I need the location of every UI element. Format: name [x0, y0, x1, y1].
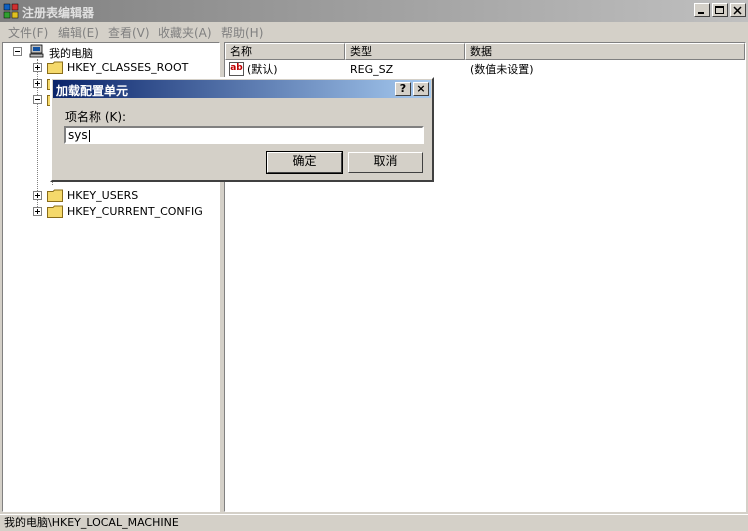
ok-button[interactable]: 确定 — [266, 151, 343, 174]
minus-icon — [35, 99, 40, 100]
dialog-help-button[interactable]: ? — [395, 82, 411, 96]
menu-favorites[interactable]: 收藏夹(A) — [158, 24, 212, 41]
key-name-label: 项名称 (K): — [65, 110, 127, 124]
text-caret — [88, 129, 90, 142]
minimize-icon — [698, 12, 704, 14]
string-value-icon: ab — [229, 62, 244, 76]
cancel-button[interactable]: 取消 — [348, 152, 423, 173]
expand-toggle[interactable] — [33, 79, 42, 88]
tree-node-hkey-users[interactable]: HKEY_USERS — [27, 188, 217, 204]
value-data-cell: (数值未设置) — [470, 63, 534, 76]
folder-icon — [47, 205, 63, 218]
menu-bar: 文件(F) 编辑(E) 查看(V) 收藏夹(A) 帮助(H) — [0, 22, 748, 40]
column-header-type[interactable]: 类型 — [345, 43, 465, 60]
expand-toggle[interactable] — [33, 207, 42, 216]
menu-edit[interactable]: 编辑(E) — [58, 24, 99, 41]
plus-icon — [35, 209, 40, 214]
maximize-icon — [715, 6, 724, 14]
minimize-button[interactable] — [694, 3, 710, 17]
plus-icon — [35, 81, 40, 86]
window-titlebar[interactable]: 注册表编辑器 — [0, 0, 748, 22]
status-bar: 我的电脑\HKEY_LOCAL_MACHINE — [0, 514, 748, 531]
tree-label-hkey-users: HKEY_USERS — [67, 189, 139, 202]
folder-icon — [47, 189, 63, 202]
minus-icon — [15, 51, 20, 52]
tree-node-hkey-current-config[interactable]: HKEY_CURRENT_CONFIG — [27, 204, 217, 220]
key-name-input-value: sys — [68, 128, 88, 142]
dialog-title: 加载配置单元 — [56, 84, 129, 98]
window-title: 注册表编辑器 — [22, 6, 95, 20]
tree-node-my-computer[interactable]: 我的电脑 — [11, 44, 211, 60]
dialog-titlebar[interactable]: 加载配置单元 ? × — [53, 80, 431, 98]
menu-help[interactable]: 帮助(H) — [221, 24, 263, 41]
menu-file[interactable]: 文件(F) — [8, 24, 48, 41]
column-header-name[interactable]: 名称 — [225, 43, 345, 60]
key-name-input[interactable]: sys — [64, 126, 424, 144]
folder-icon — [47, 61, 63, 74]
dialog-close-button[interactable]: × — [413, 82, 429, 96]
maximize-button[interactable] — [712, 3, 728, 17]
expand-toggle[interactable] — [33, 191, 42, 200]
column-header-data[interactable]: 数据 — [465, 43, 745, 60]
expand-toggle[interactable] — [33, 63, 42, 72]
plus-icon — [35, 65, 40, 70]
close-window-button[interactable] — [730, 3, 746, 17]
tree-label-my-computer: 我的电脑 — [49, 47, 93, 60]
value-type-cell: REG_SZ — [350, 63, 394, 76]
load-hive-dialog: 加载配置单元 ? × 项名称 (K): sys 确定 取消 — [50, 77, 434, 182]
tree-node-hkey-classes-root[interactable]: HKEY_CLASSES_ROOT — [27, 60, 217, 76]
computer-icon — [29, 44, 44, 58]
value-name-cell[interactable]: (默认) — [247, 62, 278, 78]
tree-label-hkey-classes-root: HKEY_CLASSES_ROOT — [67, 61, 189, 74]
menu-view[interactable]: 查看(V) — [108, 24, 150, 41]
plus-icon — [35, 193, 40, 198]
tree-label-hkey-current-config: HKEY_CURRENT_CONFIG — [67, 205, 203, 218]
close-icon — [733, 6, 742, 15]
collapse-toggle[interactable] — [33, 95, 42, 104]
regedit-app-icon — [3, 3, 19, 19]
collapse-toggle[interactable] — [13, 47, 22, 56]
